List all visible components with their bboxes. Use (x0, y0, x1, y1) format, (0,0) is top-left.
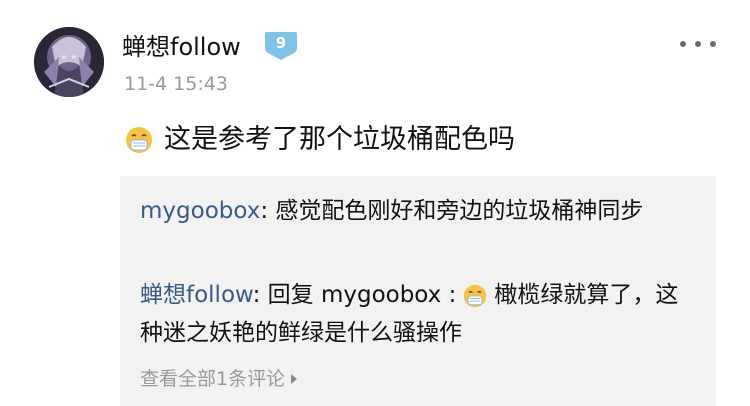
comment-author[interactable]: 蝉想follow (140, 282, 253, 308)
view-all-comments-link[interactable]: 查看全部1条评论 (140, 365, 298, 393)
username[interactable]: 蝉想follow (122, 30, 241, 64)
comment-separator: : (260, 198, 269, 224)
more-dot-icon (695, 41, 701, 47)
avatar[interactable] (34, 27, 104, 97)
comment-text: 感觉配色刚好和旁边的垃圾桶神同步 (275, 198, 644, 224)
sneeze-face-emoji-icon (462, 283, 488, 309)
more-dot-icon (710, 41, 716, 47)
sneeze-face-emoji-icon (124, 125, 154, 155)
reply-target[interactable]: mygoobox : (321, 282, 456, 308)
post-text: 这是参考了那个垃圾桶配色吗 (164, 124, 515, 155)
comment-separator: : (252, 282, 261, 308)
comment-item: mygoobox: 感觉配色刚好和旁边的垃圾桶神同步 (140, 192, 700, 230)
view-all-label: 查看全部1条评论 (140, 368, 286, 390)
reply-prefix: 回复 (267, 282, 314, 308)
chevron-right-icon (291, 374, 298, 384)
comment-item: 蝉想follow: 回复 mygoobox : 橄榄绿就算了，这种迷之妖艳的鲜绿… (140, 276, 700, 352)
post-timestamp: 11-4 15:43 (124, 73, 228, 95)
level-number: 9 (275, 34, 287, 52)
more-dot-icon (680, 41, 686, 47)
level-badge: 9 (264, 31, 298, 61)
post-content: 这是参考了那个垃圾桶配色吗 (124, 118, 515, 162)
comments-section: mygoobox: 感觉配色刚好和旁边的垃圾桶神同步 蝉想follow: 回复 … (120, 176, 716, 406)
post-card: 蝉想follow 9 11-4 15:43 这是参考了那个垃圾桶配色吗 mygo… (0, 0, 750, 406)
more-options-button[interactable] (680, 32, 716, 56)
comment-author[interactable]: mygoobox (140, 198, 260, 224)
anime-character-avatar-icon (34, 27, 104, 97)
